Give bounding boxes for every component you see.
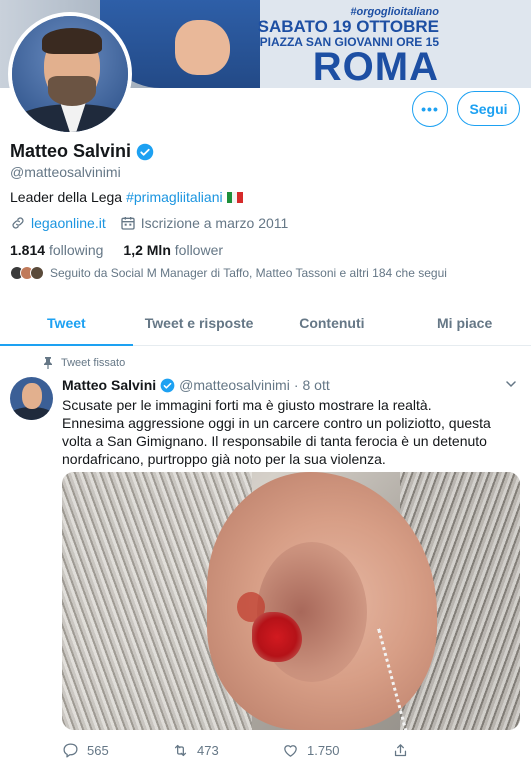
tweet-avatar-face bbox=[22, 383, 42, 409]
tweet-actions: 565 473 1.750 bbox=[62, 742, 502, 759]
reply-button[interactable]: 565 bbox=[62, 742, 172, 759]
profile-stats: 1.814 following 1,2 Mln follower bbox=[10, 242, 223, 258]
like-button[interactable]: 1.750 bbox=[282, 742, 392, 759]
profile-name-row: Matteo Salvini bbox=[10, 141, 154, 162]
banner-date: SABATO 19 OTTOBRE bbox=[257, 17, 439, 36]
tab-likes[interactable]: Mi piace bbox=[398, 300, 531, 345]
mini-avatar bbox=[30, 266, 44, 280]
share-icon bbox=[394, 744, 407, 757]
more-options-button[interactable]: ••• bbox=[412, 91, 448, 127]
tweet-date[interactable]: 8 ott bbox=[303, 377, 330, 393]
profile-tabs: Tweet Tweet e risposte Contenuti Mi piac… bbox=[0, 300, 531, 346]
retweet-button[interactable]: 473 bbox=[172, 742, 282, 759]
pinned-label: Tweet fissato bbox=[61, 357, 126, 369]
verified-badge-icon bbox=[136, 143, 154, 160]
profile-avatar[interactable] bbox=[8, 12, 132, 136]
tweet-header: Matteo Salvini @matteosalvinimi · 8 ott bbox=[62, 377, 330, 393]
tab-tweet-replies[interactable]: Tweet e risposte bbox=[133, 300, 266, 345]
link-icon bbox=[12, 217, 24, 229]
follow-button[interactable]: Segui bbox=[457, 91, 520, 126]
tab-tweet[interactable]: Tweet bbox=[0, 300, 133, 346]
tab-media[interactable]: Contenuti bbox=[266, 300, 399, 345]
avatar-beard bbox=[48, 76, 96, 106]
bio-text: Leader della Lega bbox=[10, 189, 123, 205]
retweet-icon bbox=[174, 744, 187, 757]
italy-flag-icon bbox=[226, 191, 243, 203]
following-stat[interactable]: 1.814 following bbox=[10, 242, 103, 258]
pin-icon bbox=[44, 357, 52, 369]
join-date: Iscrizione a marzo 2011 bbox=[140, 215, 289, 231]
profile-bio: Leader della Lega #primagliitaliani bbox=[10, 189, 243, 205]
reply-count: 565 bbox=[87, 743, 109, 758]
profile-handle: @matteosalvinimi bbox=[10, 164, 121, 180]
tweet-media-image[interactable] bbox=[62, 472, 520, 730]
tweet-separator: · bbox=[293, 377, 299, 393]
tweet-author-handle[interactable]: @matteosalvinimi bbox=[179, 377, 290, 393]
tweet-author-avatar[interactable] bbox=[10, 377, 53, 420]
profile-name: Matteo Salvini bbox=[10, 141, 132, 161]
followed-by-avatars bbox=[10, 266, 44, 280]
following-label: following bbox=[48, 242, 104, 258]
verified-badge-icon bbox=[160, 378, 175, 392]
banner-text: #orgoglioitaliano SABATO 19 OTTOBRE PIAZ… bbox=[257, 6, 439, 88]
reply-icon bbox=[63, 743, 78, 758]
share-button[interactable] bbox=[392, 742, 502, 759]
website-link[interactable]: legaonline.it bbox=[31, 215, 106, 231]
heart-icon bbox=[284, 745, 297, 757]
banner-fist bbox=[175, 20, 230, 75]
retweet-count: 473 bbox=[197, 743, 219, 758]
following-count: 1.814 bbox=[10, 242, 46, 258]
followers-count: 1,2 Mln bbox=[123, 242, 171, 258]
banner-city: ROMA bbox=[312, 45, 439, 88]
image-wound bbox=[252, 612, 302, 662]
bio-hashtag-link[interactable]: #primagliitaliani bbox=[126, 189, 223, 205]
like-count: 1.750 bbox=[307, 743, 340, 758]
calendar-icon bbox=[121, 217, 135, 230]
followers-stat[interactable]: 1,2 Mln follower bbox=[123, 242, 223, 258]
followed-by-text: Seguito da Social M Manager di Taffo, Ma… bbox=[50, 266, 447, 280]
pinned-indicator: Tweet fissato bbox=[43, 357, 125, 369]
profile-meta: legaonline.it Iscrizione a marzo 2011 bbox=[10, 215, 288, 231]
avatar-hair bbox=[42, 28, 102, 54]
followers-label: follower bbox=[174, 242, 224, 258]
tweet-text: Scusate per le immagini forti ma è giust… bbox=[62, 397, 491, 467]
tweet-author-name[interactable]: Matteo Salvini bbox=[62, 377, 156, 393]
chevron-down-icon[interactable] bbox=[505, 378, 517, 390]
followed-by[interactable]: Seguito da Social M Manager di Taffo, Ma… bbox=[10, 266, 447, 280]
